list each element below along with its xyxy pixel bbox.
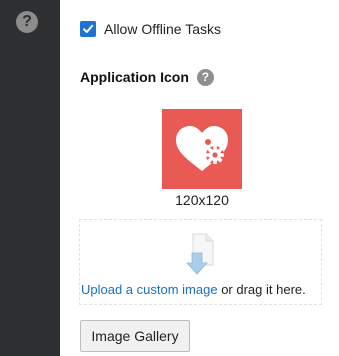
allow-offline-label: Allow Offline Tasks [104,21,221,37]
help-icon[interactable]: ? [196,68,214,86]
help-icon[interactable]: ? [16,11,38,33]
application-icon-heading: Application Icon ? [80,66,214,88]
heart-gear-icon [176,126,228,171]
icon-size-label: 120x120 [175,192,229,208]
allow-offline-checkbox-row[interactable]: Allow Offline Tasks [80,18,221,40]
upload-dropzone[interactable]: Upload a custom image or drag it here. [79,219,322,305]
application-icon-preview[interactable] [162,109,242,189]
image-gallery-button[interactable]: Image Gallery [80,320,190,352]
upload-instructions: Upload a custom image or drag it here. [81,282,324,297]
drag-hint-text: or drag it here. [217,282,306,297]
sidebar: ? [0,0,60,356]
document-download-icon [186,233,214,275]
upload-custom-image-link[interactable]: Upload a custom image [81,282,218,297]
checkmark-icon [83,24,94,33]
section-title: Application Icon [80,69,189,85]
allow-offline-checkbox[interactable] [80,21,96,37]
